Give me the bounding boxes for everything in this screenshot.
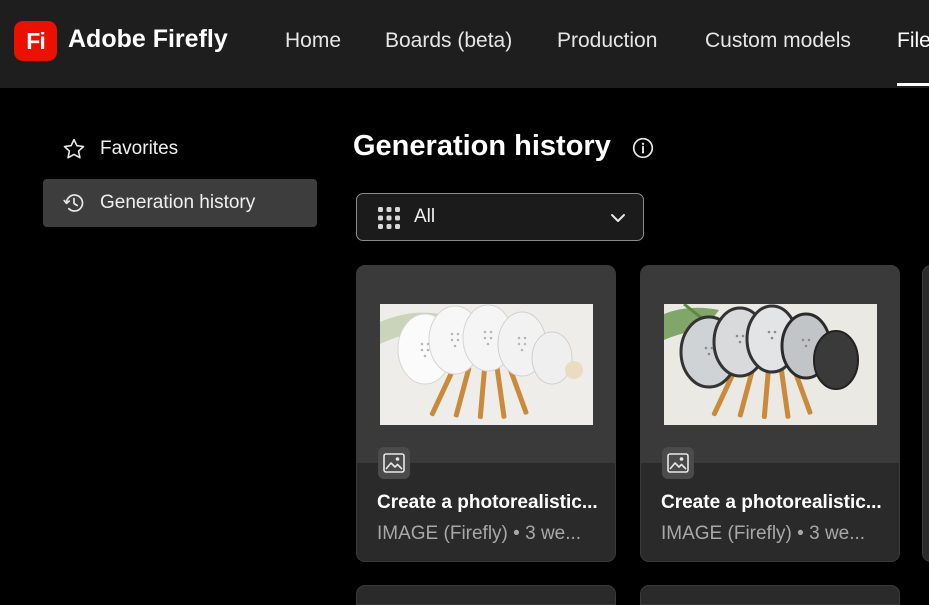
page-title: Generation history	[353, 130, 611, 162]
chevron-down-icon	[611, 214, 625, 222]
generated-image-thumbnail[interactable]	[664, 304, 877, 425]
sidebar-item-label: Generation history	[100, 192, 256, 213]
image-icon	[667, 453, 689, 473]
nav-boards[interactable]: Boards (beta)	[385, 29, 512, 53]
image-icon	[383, 453, 405, 473]
nav-home[interactable]: Home	[285, 29, 341, 53]
top-bar: Fi Adobe Firefly Home Boards (beta) Prod…	[0, 0, 929, 88]
sidebar-item-label: Favorites	[100, 138, 179, 159]
generation-card-partial[interactable]	[356, 585, 616, 605]
generation-card[interactable]: Create a photorealistic... IMAGE (Firefl…	[356, 265, 616, 562]
star-icon	[63, 138, 85, 159]
sidebar-item-favorites[interactable]: Favorites	[43, 125, 317, 173]
generated-image-thumbnail[interactable]	[380, 304, 593, 425]
image-type-badge	[378, 447, 410, 479]
image-type-badge	[662, 447, 694, 479]
generation-card[interactable]: Create a photorealistic... IMAGE (Firefl…	[640, 265, 900, 562]
active-nav-indicator	[897, 83, 929, 86]
nav-custom-models[interactable]: Custom models	[705, 29, 851, 53]
grid-icon	[378, 207, 400, 229]
generation-card-partial[interactable]	[640, 585, 900, 605]
nav-production[interactable]: Production	[557, 29, 657, 53]
firefly-logo[interactable]: Fi	[14, 21, 57, 61]
asset-type-filter-dropdown[interactable]: All	[356, 193, 644, 241]
nav-files[interactable]: Files	[897, 29, 929, 53]
card-meta: IMAGE (Firefly) • 3 we...	[661, 523, 866, 544]
filter-selected-value: All	[414, 206, 436, 227]
info-icon[interactable]	[632, 137, 654, 159]
card-title: Create a photorealistic...	[661, 492, 882, 513]
card-meta: IMAGE (Firefly) • 3 we...	[377, 523, 582, 544]
sidebar-item-generation-history[interactable]: Generation history	[43, 179, 317, 227]
history-icon	[63, 194, 84, 212]
app-name[interactable]: Adobe Firefly	[68, 25, 228, 54]
generation-card-partial[interactable]	[922, 265, 929, 562]
card-title: Create a photorealistic...	[377, 492, 598, 513]
